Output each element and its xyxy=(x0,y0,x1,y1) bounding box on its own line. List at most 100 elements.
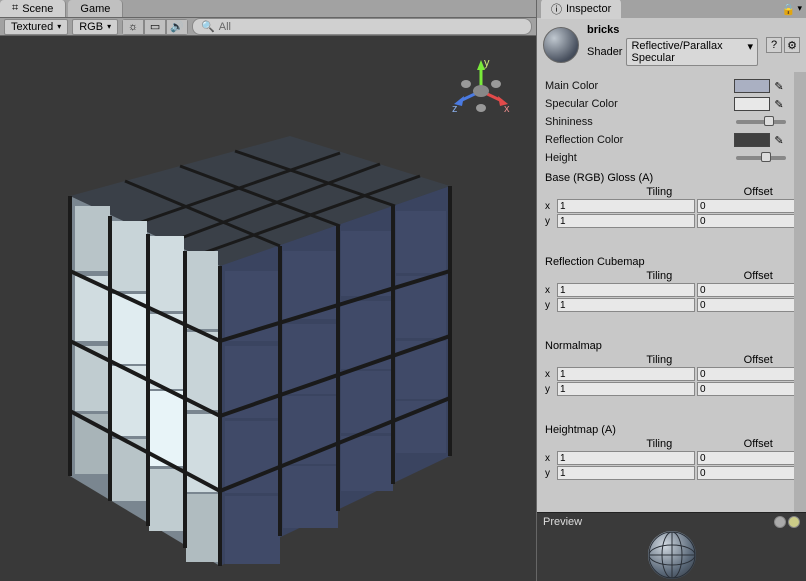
inspector-title: Inspector xyxy=(566,3,611,15)
tiling-y-input[interactable] xyxy=(557,214,695,228)
inspector-scrollbar[interactable] xyxy=(794,72,806,512)
offset-x-input[interactable] xyxy=(697,367,794,381)
specular-color-eyedropper[interactable]: ✎ xyxy=(772,97,786,111)
tiling-x-input[interactable] xyxy=(557,283,695,297)
texture-label: Heightmap (A) xyxy=(545,424,786,436)
eyedropper-icon: ✎ xyxy=(774,80,783,93)
search-placeholder: All xyxy=(219,21,231,33)
scene-search[interactable]: 🔍 All xyxy=(192,18,532,35)
eyedropper-icon: ✎ xyxy=(774,98,783,111)
preview-section: Preview xyxy=(537,512,806,581)
offset-header: Offset xyxy=(740,270,794,282)
tiling-x-input[interactable] xyxy=(557,367,695,381)
offset-y-input[interactable] xyxy=(697,466,794,480)
shader-value: Reflective/Parallax Specular xyxy=(631,40,747,64)
texture-label: Normalmap xyxy=(545,340,786,352)
offset-header: Offset xyxy=(740,186,794,198)
axis-y-label: y xyxy=(545,300,557,311)
scene-panel: ⌗ Scene Game Textured RGB ☼ ▭ 🔊 🔍 All y … xyxy=(0,0,536,581)
tiling-header: Tiling xyxy=(642,354,739,366)
tiling-x-input[interactable] xyxy=(557,451,695,465)
height-label: Height xyxy=(545,152,736,164)
tab-game[interactable]: Game xyxy=(68,0,123,17)
tiling-header: Tiling xyxy=(642,186,739,198)
specular-color-swatch[interactable] xyxy=(734,97,770,111)
inspector-tabs: ⓘ Inspector 🔒 ▾ xyxy=(537,0,806,18)
scene-toolbar: Textured RGB ☼ ▭ 🔊 🔍 All xyxy=(0,18,536,36)
gear-button[interactable]: ⚙ xyxy=(784,37,800,53)
specular-color-label: Specular Color xyxy=(545,98,734,110)
grid-icon: ⌗ xyxy=(12,2,18,15)
texture-section: Normalmap TilingOffset x y Select xyxy=(545,340,786,414)
tiling-y-input[interactable] xyxy=(557,466,695,480)
texture-section: Reflection Cubemap TilingOffset x y Sele… xyxy=(545,256,786,330)
offset-y-input[interactable] xyxy=(697,382,794,396)
shininess-label: Shininess xyxy=(545,116,736,128)
shader-dropdown[interactable]: Reflective/Parallax Specular▾ xyxy=(626,38,758,66)
tiling-y-input[interactable] xyxy=(557,382,695,396)
preview-light-toggle[interactable] xyxy=(788,516,800,528)
axis-y-label: y xyxy=(545,216,557,227)
render-mode-label: Textured xyxy=(11,21,53,33)
tab-scene[interactable]: ⌗ Scene xyxy=(0,0,66,17)
height-slider[interactable] xyxy=(736,156,786,160)
main-color-label: Main Color xyxy=(545,80,734,92)
texture-label: Base (RGB) Gloss (A) xyxy=(545,172,786,184)
shader-label: Shader xyxy=(587,46,622,58)
preview-body xyxy=(537,531,806,581)
preview-sphere-toggle[interactable] xyxy=(774,516,786,528)
reflection-color-eyedropper[interactable]: ✎ xyxy=(772,133,786,147)
axis-x-label: x xyxy=(545,453,557,464)
help-icon: ? xyxy=(771,39,777,51)
info-icon: ⓘ xyxy=(551,1,562,17)
offset-x-input[interactable] xyxy=(697,199,794,213)
light-toggle[interactable]: ☼ xyxy=(123,20,143,34)
texture-section: Heightmap (A) TilingOffset x y Select xyxy=(545,424,786,498)
menu-icon[interactable]: ▾ xyxy=(797,3,802,16)
texture-section: Base (RGB) Gloss (A) TilingOffset x y Se… xyxy=(545,172,786,246)
view-toggle-group: ☼ ▭ 🔊 xyxy=(122,19,188,35)
inspector-lock-group: 🔒 ▾ xyxy=(782,3,802,16)
tiling-header: Tiling xyxy=(642,438,739,450)
render-mode-dropdown[interactable]: Textured xyxy=(4,19,68,35)
tiling-y-input[interactable] xyxy=(557,298,695,312)
axis-x-label: x xyxy=(545,201,557,212)
gizmo-z-label: z xyxy=(452,103,458,115)
color-mode-dropdown[interactable]: RGB xyxy=(72,19,118,35)
reflection-color-swatch[interactable] xyxy=(734,133,770,147)
axis-x-label: x xyxy=(545,285,557,296)
offset-header: Offset xyxy=(740,354,794,366)
tab-scene-label: Scene xyxy=(22,3,53,15)
skybox-toggle[interactable]: ▭ xyxy=(145,20,165,34)
color-mode-label: RGB xyxy=(79,21,103,33)
offset-x-input[interactable] xyxy=(697,451,794,465)
search-icon: 🔍 xyxy=(201,20,215,33)
lock-icon[interactable]: 🔒 xyxy=(782,3,796,16)
axis-y-label: y xyxy=(545,384,557,395)
material-cube-preview xyxy=(30,116,460,576)
tab-inspector[interactable]: ⓘ Inspector xyxy=(541,0,621,19)
view-tabs: ⌗ Scene Game xyxy=(0,0,536,18)
reflection-color-label: Reflection Color xyxy=(545,134,734,146)
gear-icon: ⚙ xyxy=(787,39,797,52)
texture-label: Reflection Cubemap xyxy=(545,256,786,268)
material-preview-ball xyxy=(543,27,579,63)
inspector-panel: ⓘ Inspector 🔒 ▾ bricks Shader Reflective… xyxy=(536,0,806,581)
offset-y-input[interactable] xyxy=(697,298,794,312)
main-color-swatch[interactable] xyxy=(734,79,770,93)
shininess-slider[interactable] xyxy=(736,120,786,124)
preview-material-sphere xyxy=(648,531,696,579)
gizmo-x-label: x xyxy=(504,103,510,115)
audio-toggle[interactable]: 🔊 xyxy=(167,20,187,34)
axis-y-label: y xyxy=(545,468,557,479)
tiling-x-input[interactable] xyxy=(557,199,695,213)
offset-header: Offset xyxy=(740,438,794,450)
help-button[interactable]: ? xyxy=(766,37,782,53)
sun-icon: ☼ xyxy=(128,21,138,33)
main-color-eyedropper[interactable]: ✎ xyxy=(772,79,786,93)
offset-y-input[interactable] xyxy=(697,214,794,228)
offset-x-input[interactable] xyxy=(697,283,794,297)
scene-viewport[interactable]: y x z xyxy=(0,36,536,581)
inspector-properties: Main Color ✎ Specular Color ✎ Shininess … xyxy=(537,72,794,512)
speaker-icon: 🔊 xyxy=(170,20,184,33)
